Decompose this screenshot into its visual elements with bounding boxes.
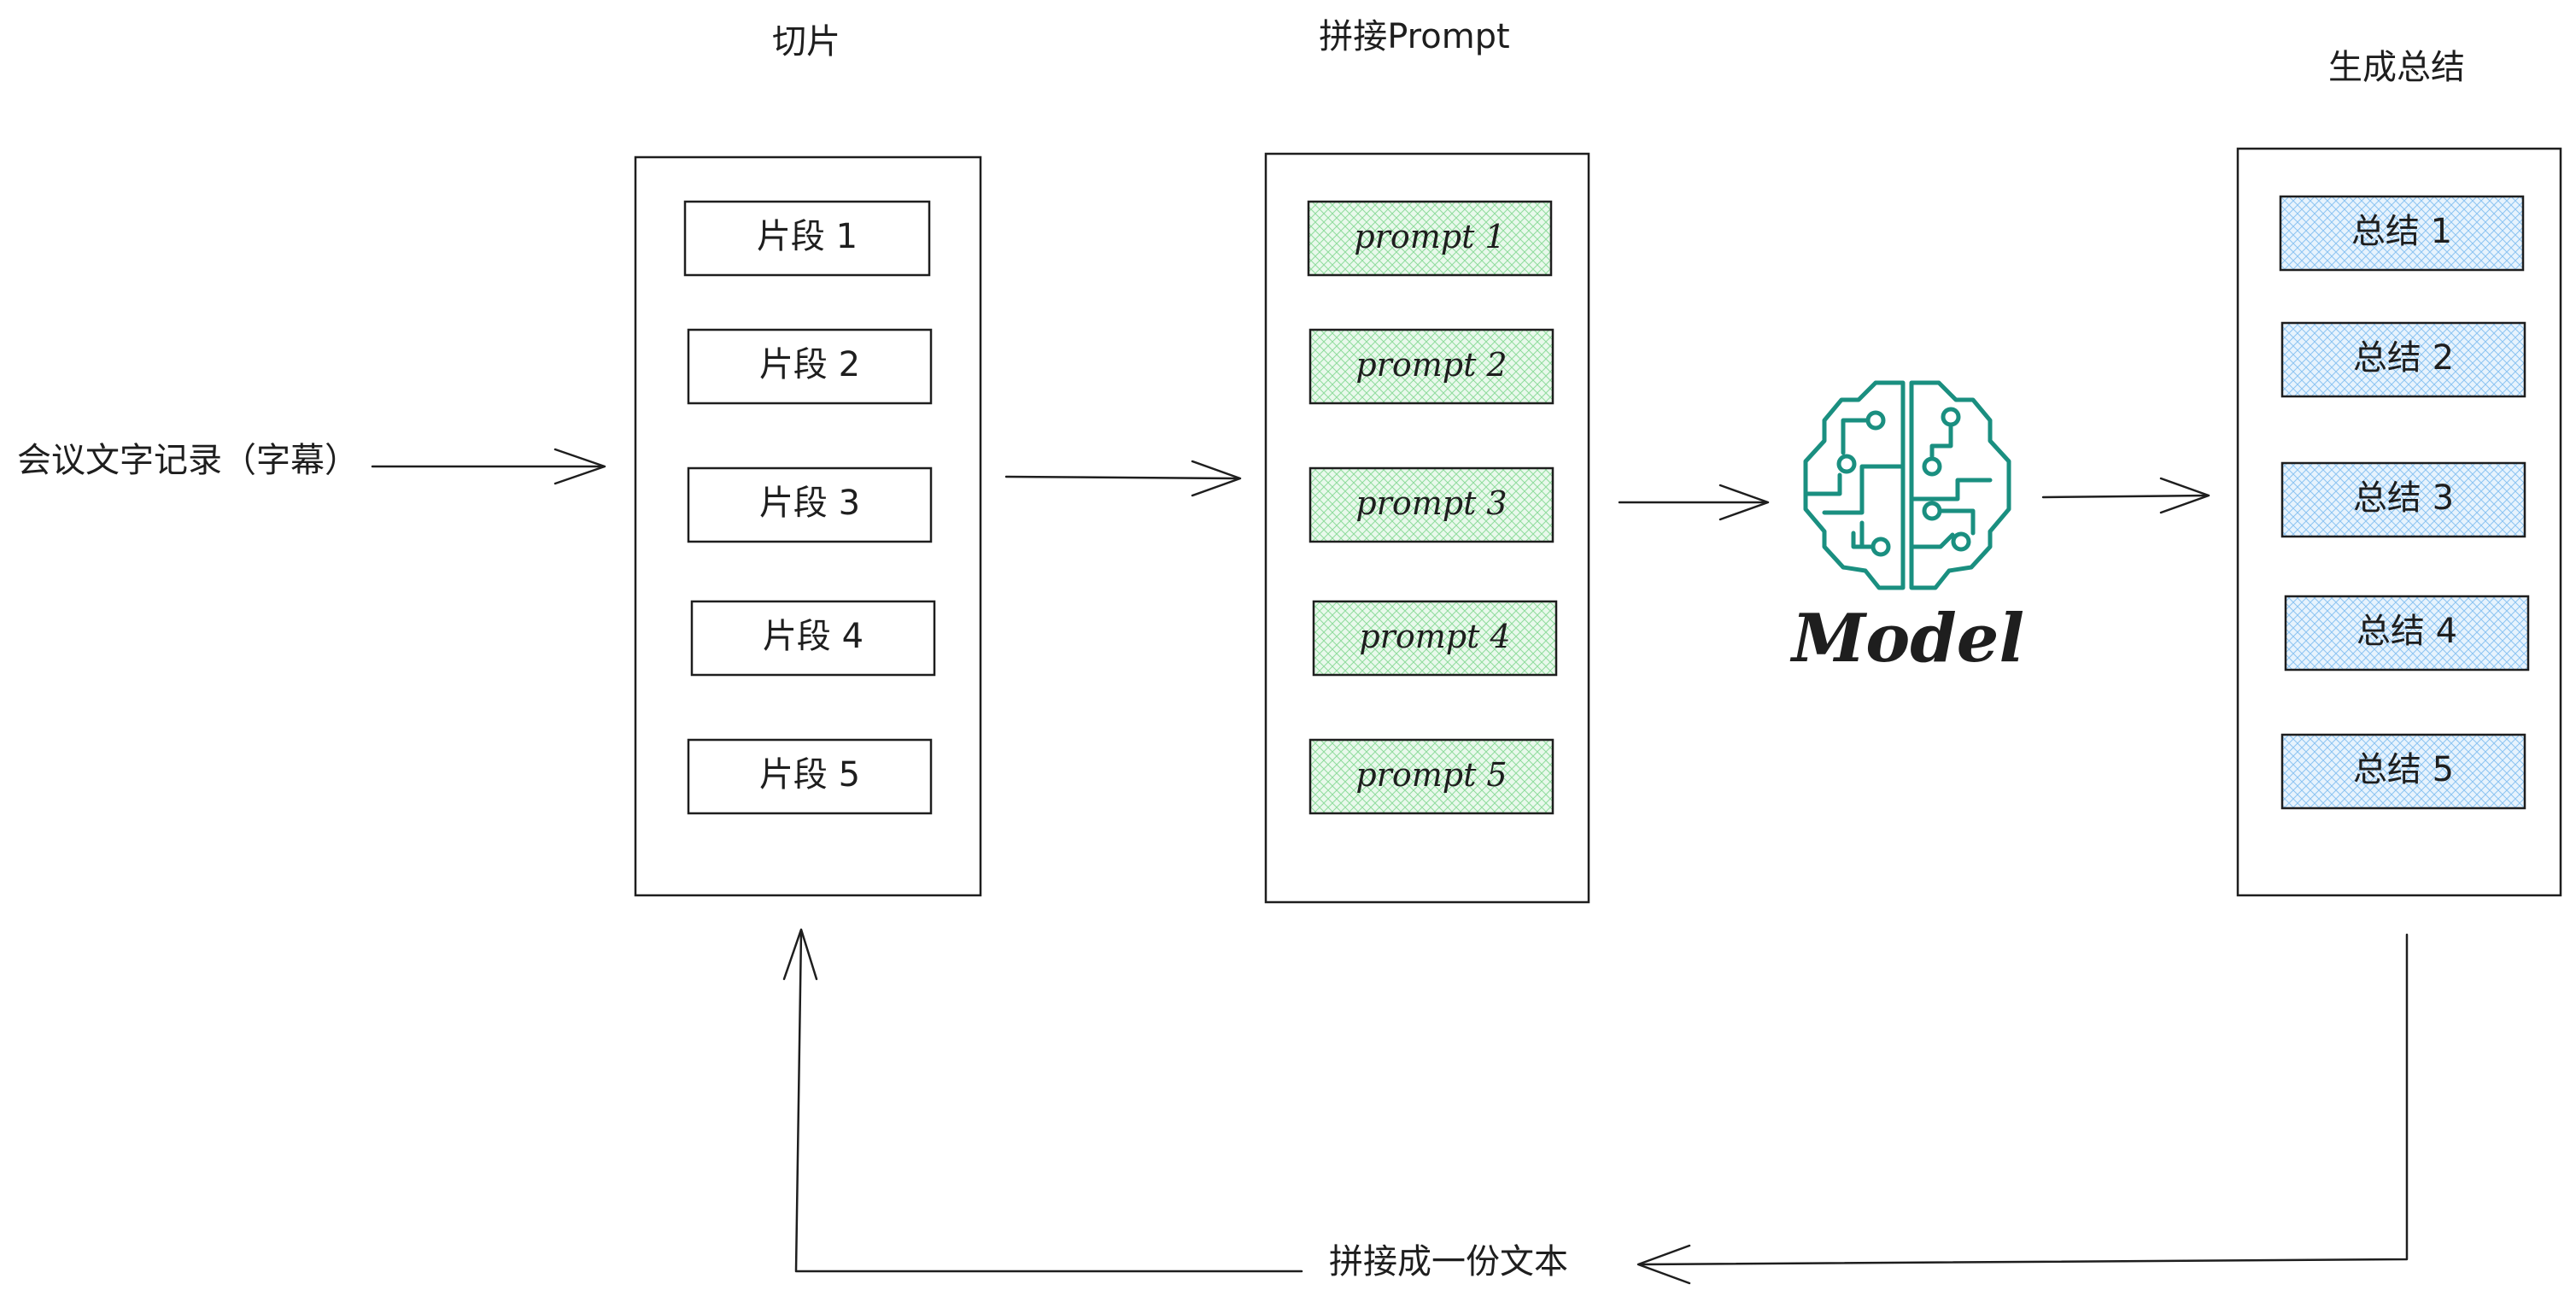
chunk-1-label: 片段 1 bbox=[757, 217, 858, 256]
loop-label: 拼接成一份文本 bbox=[1329, 1242, 1568, 1281]
summary-1: 总结 1 bbox=[2279, 195, 2525, 272]
model-label: Model bbox=[1789, 600, 2024, 677]
chunk-5-label: 片段 5 bbox=[759, 755, 860, 795]
arrow-joined-text-to-chunks bbox=[782, 928, 1303, 1273]
summary-5: 总结 5 bbox=[2280, 733, 2526, 810]
arrow-model-to-summaries bbox=[2041, 477, 2210, 514]
arrow-prompts-to-model bbox=[1618, 484, 1770, 521]
prompt-5-label: prompt 5 bbox=[1355, 756, 1507, 794]
title-slicing: 切片 bbox=[772, 22, 840, 62]
brain-circuit-icon bbox=[1803, 380, 2011, 590]
title-prompt-assembly: 拼接Prompt bbox=[1319, 17, 1510, 56]
summary-5-label: 总结 5 bbox=[2353, 750, 2454, 789]
chunk-5: 片段 5 bbox=[687, 738, 933, 815]
arrow-summaries-to-joined-text bbox=[1636, 933, 2409, 1285]
summary-3-label: 总结 3 bbox=[2353, 478, 2454, 518]
summary-4-label: 总结 4 bbox=[2356, 612, 2457, 651]
chunk-3: 片段 3 bbox=[687, 466, 933, 543]
prompt-5: prompt 5 bbox=[1308, 738, 1554, 815]
summary-2: 总结 2 bbox=[2280, 321, 2526, 398]
chunk-1: 片段 1 bbox=[683, 200, 931, 277]
prompt-1: prompt 1 bbox=[1307, 200, 1553, 277]
summary-3: 总结 3 bbox=[2280, 461, 2526, 538]
prompt-4-label: prompt 4 bbox=[1359, 618, 1510, 655]
input-label: 会议文字记录（字幕） bbox=[17, 441, 359, 480]
chunk-2: 片段 2 bbox=[687, 328, 933, 405]
arrow-input-to-chunks bbox=[371, 448, 606, 485]
summarization-pipeline-diagram: 切片 拼接Prompt 生成总结 会议文字记录（字幕） 片段 1 片段 2 片段… bbox=[17, 17, 2562, 1285]
prompt-2-label: prompt 2 bbox=[1355, 346, 1507, 384]
prompt-3-label: prompt 3 bbox=[1355, 484, 1507, 522]
chunk-2-label: 片段 2 bbox=[759, 345, 860, 384]
prompt-1-label: prompt 1 bbox=[1354, 218, 1505, 255]
prompt-4: prompt 4 bbox=[1312, 600, 1558, 677]
summary-4: 总结 4 bbox=[2284, 595, 2530, 672]
chunk-3-label: 片段 3 bbox=[759, 484, 860, 523]
title-generate-summary: 生成总结 bbox=[2328, 48, 2465, 87]
summary-1-label: 总结 1 bbox=[2351, 212, 2452, 251]
arrow-chunks-to-prompts bbox=[1004, 460, 1242, 497]
prompt-2: prompt 2 bbox=[1308, 328, 1554, 405]
prompt-3: prompt 3 bbox=[1308, 466, 1554, 543]
chunk-4: 片段 4 bbox=[690, 600, 936, 677]
chunk-4-label: 片段 4 bbox=[763, 617, 864, 656]
summary-2-label: 总结 2 bbox=[2353, 338, 2454, 378]
